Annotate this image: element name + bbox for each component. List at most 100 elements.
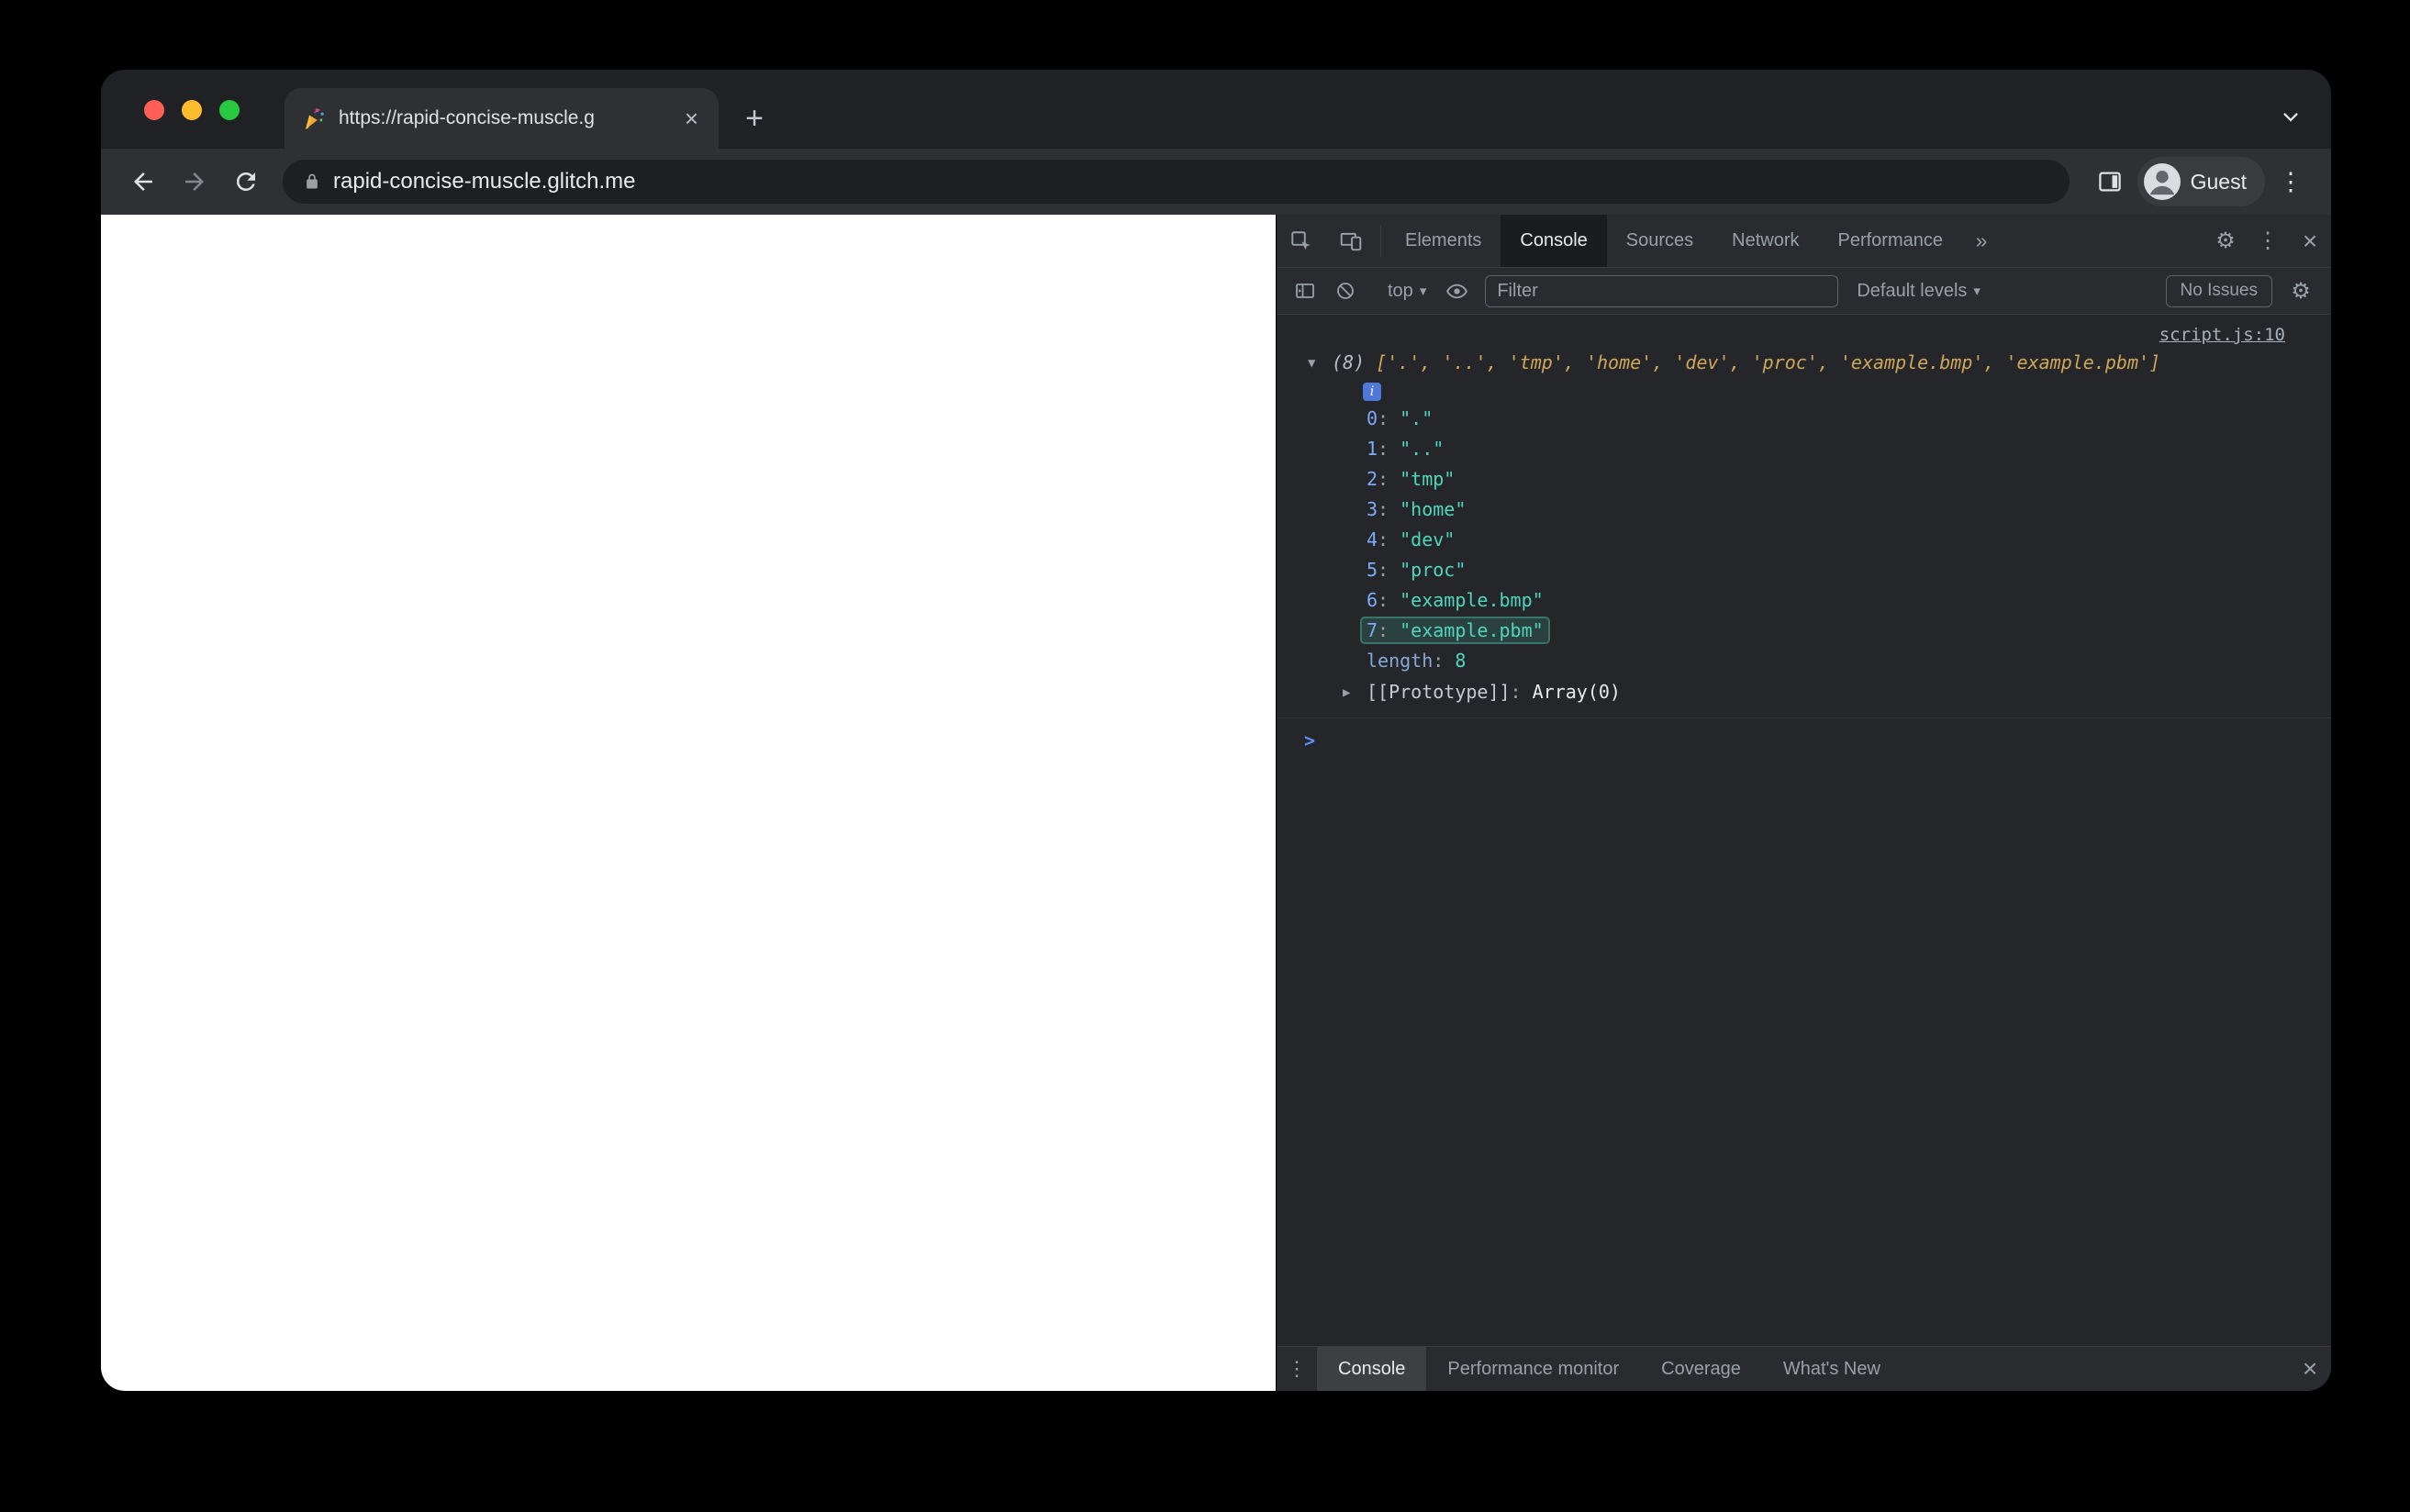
console-prompt[interactable]: >	[1277, 718, 2331, 754]
browser-tab[interactable]: https://rapid-concise-muscle.g ×	[285, 88, 719, 149]
window-minimize-button[interactable]	[182, 100, 202, 120]
item-colon: :	[1378, 498, 1400, 520]
console-message: script.js:10 ▼ (8) ['.', '..', 'tmp', 'ho…	[1277, 322, 2331, 718]
drawer-spacer	[1902, 1347, 2289, 1391]
array-preview-text: ['.', '..', 'tmp', 'home', 'dev', 'proc'…	[1376, 351, 2161, 373]
drawer-tab-console[interactable]: Console	[1317, 1347, 1427, 1391]
issues-button[interactable]: No Issues	[2165, 274, 2272, 307]
collapsed-triangle-icon[interactable]: ▶	[1343, 677, 1367, 708]
item-colon: :	[1378, 619, 1400, 641]
prototype-value: Array(0)	[1532, 681, 1621, 703]
filter-input[interactable]	[1485, 274, 1839, 307]
window-content: Elements Console Sources Network Perform…	[101, 215, 2331, 1391]
live-expression-eye-icon[interactable]	[1437, 272, 1476, 310]
forward-button[interactable]	[171, 158, 218, 206]
source-location-link[interactable]: script.js:10	[2159, 322, 2285, 348]
array-preview-row: ▼ (8) ['.', '..', 'tmp', 'home', 'dev', '…	[1277, 348, 2331, 379]
info-row: i	[1277, 379, 2331, 404]
separator	[1380, 225, 1381, 257]
prompt-chevron-icon: >	[1304, 729, 1316, 751]
reload-button[interactable]	[222, 158, 270, 206]
more-tabs-button[interactable]: »	[1962, 215, 2001, 267]
item-key: 5	[1367, 559, 1378, 581]
tab-strip: https://rapid-concise-muscle.g × +	[101, 70, 2331, 149]
tabbar-spacer	[2001, 215, 2204, 267]
drawer-menu-button[interactable]: ⋮	[1277, 1347, 1317, 1391]
array-item: 5: "proc"	[1277, 555, 2331, 585]
devtools-menu-button[interactable]: ⋮	[2247, 215, 2289, 267]
window-zoom-button[interactable]	[219, 100, 240, 120]
item-value: "tmp"	[1400, 468, 1456, 490]
lock-icon	[303, 172, 321, 191]
log-levels-label: Default levels	[1857, 280, 1968, 301]
array-item: 0: "."	[1277, 404, 2331, 434]
item-value: "."	[1400, 407, 1434, 429]
item-value: "home"	[1400, 498, 1467, 520]
expand-triangle-icon[interactable]: ▼	[1308, 349, 1332, 379]
prototype-row: ▶ [[Prototype]]: Array(0)	[1277, 676, 2331, 708]
console-settings-gear-icon[interactable]: ⚙	[2280, 278, 2322, 305]
page-content	[101, 215, 1276, 1391]
browser-menu-button[interactable]: ⋮	[2269, 160, 2313, 204]
prototype-key: [[Prototype]]	[1367, 681, 1511, 703]
drawer-tab-performance-monitor[interactable]: Performance monitor	[1426, 1347, 1640, 1391]
info-icon: i	[1363, 382, 1381, 401]
devtools-close-button[interactable]: ×	[2289, 215, 2331, 267]
item-key: 0	[1367, 407, 1378, 429]
devtools-tabbar: Elements Console Sources Network Perform…	[1277, 215, 2331, 268]
drawer-close-button[interactable]: ×	[2289, 1347, 2331, 1391]
item-key: 2	[1367, 468, 1378, 490]
item-key: 6	[1367, 589, 1378, 611]
avatar-icon	[2143, 163, 2181, 200]
inspect-element-icon[interactable]	[1277, 215, 1326, 267]
tab-close-button[interactable]: ×	[679, 105, 704, 132]
chevron-down-icon: ▾	[1419, 284, 1427, 299]
new-tab-button[interactable]: +	[733, 97, 775, 139]
browser-toolbar: rapid-concise-muscle.glitch.me Guest ⋮	[101, 149, 2331, 215]
context-selector[interactable]: top ▾	[1378, 281, 1435, 302]
drawer-tab-coverage[interactable]: Coverage	[1640, 1347, 1762, 1391]
profile-chip[interactable]: Guest	[2137, 157, 2265, 206]
back-button[interactable]	[119, 158, 167, 206]
profile-name: Guest	[2190, 169, 2247, 194]
item-key: 3	[1367, 498, 1378, 520]
length-key: length	[1367, 650, 1434, 672]
context-label: top	[1388, 280, 1413, 301]
tab-console[interactable]: Console	[1501, 215, 1607, 267]
array-item-highlighted: 7: "example.pbm"	[1277, 616, 2331, 646]
window-close-button[interactable]	[144, 100, 164, 120]
devtools-settings-gear-icon[interactable]: ⚙	[2204, 215, 2247, 267]
drawer-tab-whats-new[interactable]: What's New	[1762, 1347, 1902, 1391]
item-colon: :	[1378, 528, 1400, 550]
device-toolbar-icon[interactable]	[1326, 215, 1376, 267]
array-item: 4: "dev"	[1277, 525, 2331, 555]
url-text: rapid-concise-muscle.glitch.me	[333, 169, 636, 194]
array-length-row: length: 8	[1277, 646, 2331, 676]
log-levels-selector[interactable]: Default levels ▾	[1847, 281, 1990, 302]
clear-console-icon[interactable]	[1326, 272, 1365, 310]
devtools-panel: Elements Console Sources Network Perform…	[1276, 215, 2331, 1391]
item-value: "dev"	[1400, 528, 1456, 550]
console-sidebar-icon[interactable]	[1286, 272, 1324, 310]
array-item: 3: "home"	[1277, 495, 2331, 525]
tab-sources[interactable]: Sources	[1607, 215, 1713, 267]
array-item: 6: "example.bmp"	[1277, 585, 2331, 616]
chevron-down-icon: ▾	[1973, 284, 1980, 299]
item-value: "example.bmp"	[1400, 589, 1544, 611]
item-value: "proc"	[1400, 559, 1467, 581]
console-output: script.js:10 ▼ (8) ['.', '..', 'tmp', 'ho…	[1277, 315, 2331, 1346]
item-value: ".."	[1400, 438, 1445, 460]
party-popper-favicon	[301, 106, 327, 131]
item-colon: :	[1510, 681, 1533, 703]
tab-elements[interactable]: Elements	[1386, 215, 1501, 267]
address-bar[interactable]: rapid-concise-muscle.glitch.me	[283, 160, 2070, 204]
item-key: 4	[1367, 528, 1378, 550]
tab-search-chevron-icon[interactable]	[2278, 105, 2304, 130]
item-colon: :	[1378, 438, 1400, 460]
array-item: 2: "tmp"	[1277, 464, 2331, 495]
side-panel-button[interactable]	[2086, 158, 2134, 206]
item-colon: :	[1378, 559, 1400, 581]
item-colon: :	[1378, 589, 1400, 611]
tab-network[interactable]: Network	[1713, 215, 1818, 267]
tab-performance[interactable]: Performance	[1819, 215, 1963, 267]
